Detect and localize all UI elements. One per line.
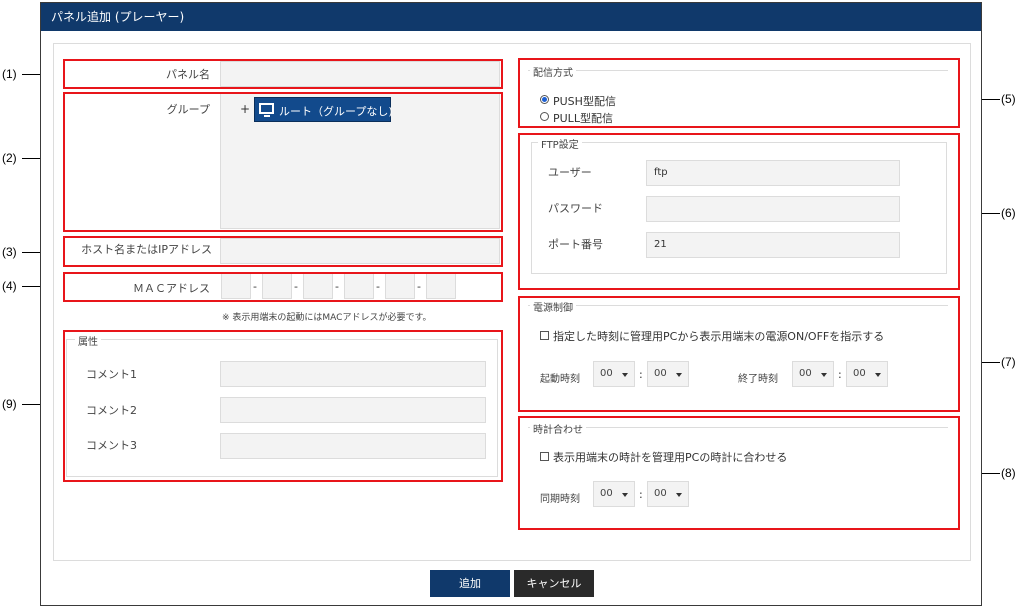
callout-2: (2) xyxy=(2,151,17,165)
callout-box-3 xyxy=(63,236,503,267)
callout-box-2 xyxy=(63,92,503,232)
callout-box-6 xyxy=(518,133,960,290)
callout-6: (6) xyxy=(1001,206,1016,220)
callout-8: (8) xyxy=(1001,466,1016,480)
mac-note: ※ 表示用端末の起動にはMACアドレスが必要です。 xyxy=(222,313,432,323)
callout-5: (5) xyxy=(1001,92,1016,106)
callout-3: (3) xyxy=(2,245,17,259)
callout-1: (1) xyxy=(2,67,17,81)
callout-box-7 xyxy=(518,296,960,412)
callout-9: (9) xyxy=(2,397,17,411)
callout-box-9 xyxy=(63,330,503,482)
callout-box-4 xyxy=(63,272,503,302)
dialog-title: パネル追加 (プレーヤー) xyxy=(41,3,981,31)
callout-4: (4) xyxy=(2,279,17,293)
callout-box-1 xyxy=(63,59,503,89)
add-button[interactable]: 追加 xyxy=(430,570,510,597)
callout-7: (7) xyxy=(1001,355,1016,369)
cancel-button[interactable]: キャンセル xyxy=(514,570,594,597)
callout-box-8 xyxy=(518,416,960,530)
callout-box-5 xyxy=(518,58,960,128)
